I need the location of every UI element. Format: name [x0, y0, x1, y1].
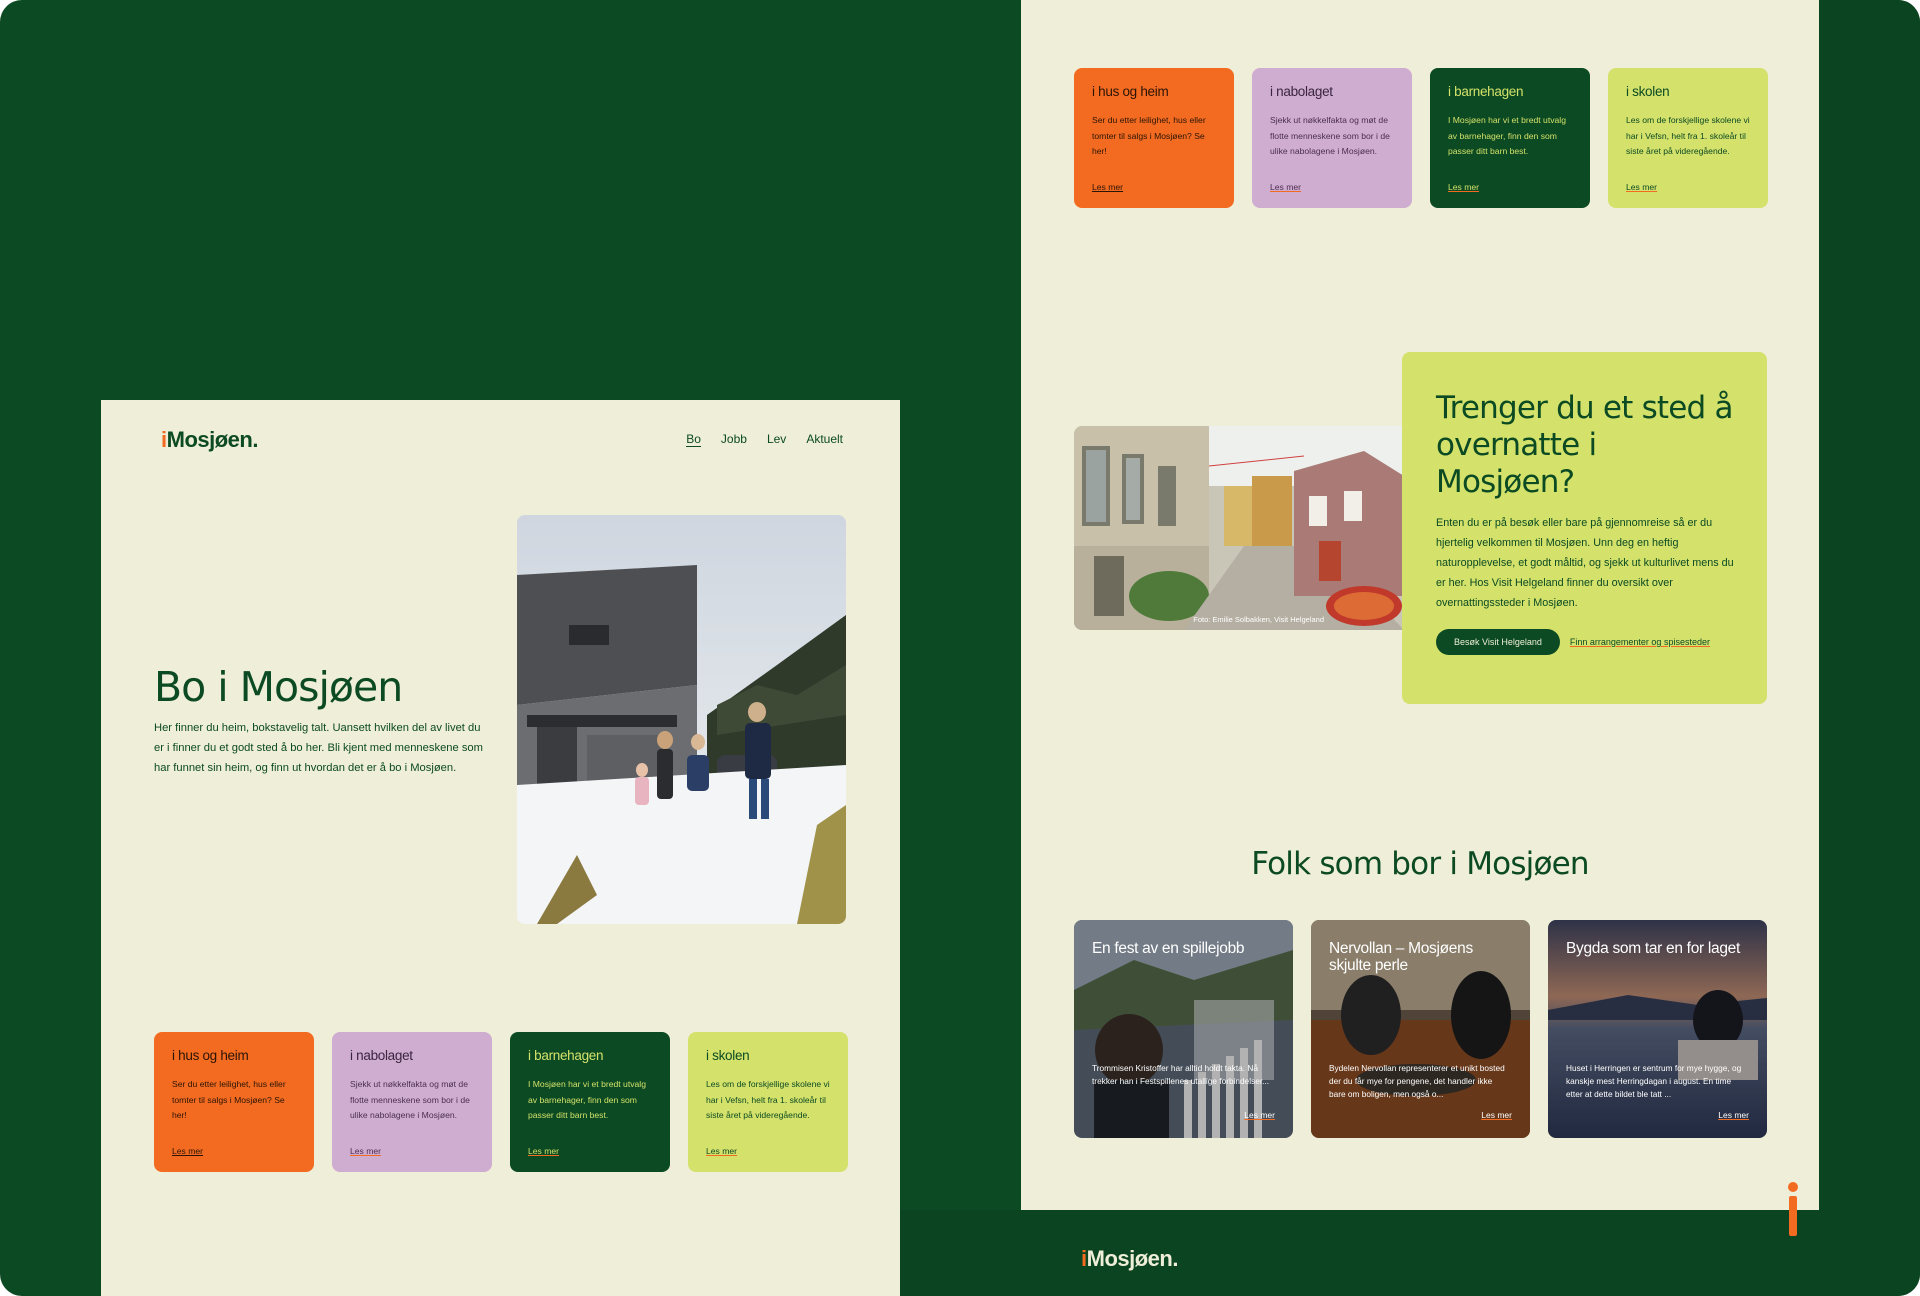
main-nav: Bo Jobb Lev Aktuelt	[686, 432, 843, 447]
events-link[interactable]: Finn arrangementer og spisesteder	[1570, 637, 1710, 647]
card-title: i skolen	[706, 1048, 750, 1063]
people-card-text: Huset i Herringen er sentrum for mye hyg…	[1566, 1063, 1742, 1099]
stay-box: Trenger du et sted å overnatte i Mosjøen…	[1402, 352, 1767, 704]
category-card-hus[interactable]: i hus og heim Ser du etter leilighet, hu…	[154, 1032, 314, 1172]
header-logo[interactable]: i Mosjøen .	[161, 427, 258, 453]
people-card-title: Bygda som tar en for laget	[1566, 940, 1740, 957]
card-title: i hus og heim	[172, 1048, 249, 1063]
people-card-text: Bydelen Nervollan representerer et unikt…	[1329, 1063, 1505, 1099]
read-more-link[interactable]: Les mer	[350, 1146, 381, 1156]
people-card-title: En fest av en spillejobb	[1092, 940, 1245, 957]
people-card[interactable]: Bygda som tar en for laget Huset i Herri…	[1548, 920, 1767, 1138]
card-text: I Mosjøen har vi et bredt utvalg av barn…	[528, 1079, 646, 1120]
right-strip	[1819, 0, 1920, 1296]
read-more-link[interactable]: Les mer	[1448, 182, 1479, 192]
card-text: I Mosjøen har vi et bredt utvalg av barn…	[1448, 115, 1566, 156]
hero-photo	[517, 515, 846, 924]
category-card-skolen[interactable]: i skolen Les om de forskjellige skolene …	[1608, 68, 1768, 208]
read-more-link[interactable]: Les mer	[528, 1146, 559, 1156]
page-preview-lower: i hus og heim Ser du etter leilighet, hu…	[1021, 0, 1819, 1210]
footer: i Mosjøen .	[900, 1210, 1819, 1296]
photo-caption: Foto: Emilie Solbakken, Visit Helgeland	[1193, 615, 1324, 624]
card-text: Les om de forskjellige skolene vi har i …	[706, 1079, 830, 1120]
read-more-link[interactable]: Les mer	[1718, 1110, 1749, 1120]
card-text: Sjekk ut nøkkelfakta og møt de flotte me…	[350, 1079, 470, 1120]
stay-title: Trenger du et sted å overnatte i Mosjøen…	[1436, 390, 1733, 500]
street-photo: Foto: Emilie Solbakken, Visit Helgeland	[1074, 426, 1404, 630]
card-title: i skolen	[1626, 84, 1670, 99]
logo-dot: .	[252, 427, 258, 452]
card-title: i nabolaget	[350, 1048, 413, 1063]
nav-item-bo[interactable]: Bo	[686, 432, 701, 447]
read-more-link[interactable]: Les mer	[1626, 182, 1657, 192]
category-card-skolen[interactable]: i skolen Les om de forskjellige skolene …	[688, 1032, 848, 1172]
card-text: Les om de forskjellige skolene vi har i …	[1626, 115, 1750, 156]
card-text: Ser du etter leilighet, hus eller tomter…	[1092, 115, 1206, 156]
stay-text: Enten du er på besøk eller bare på gjenn…	[1436, 517, 1734, 609]
nav-item-jobb[interactable]: Jobb	[721, 432, 747, 447]
category-cards-top: i hus og heim Ser du etter leilighet, hu…	[1074, 68, 1768, 208]
category-card-hus[interactable]: i hus og heim Ser du etter leilighet, hu…	[1074, 68, 1234, 208]
page-preview-top: i Mosjøen . Bo Jobb Lev Aktuelt Bo i Mos…	[101, 400, 900, 1296]
hero-text: Her finner du heim, bokstavelig talt. Ua…	[154, 722, 483, 774]
category-card-nabolaget[interactable]: i nabolaget Sjekk ut nøkkelfakta og møt …	[1252, 68, 1412, 208]
nav-item-lev[interactable]: Lev	[767, 432, 786, 447]
people-card[interactable]: En fest av en spillejobb Trommisen Krist…	[1074, 920, 1293, 1138]
logo-name: Mosjøen	[166, 427, 253, 452]
people-cards: En fest av en spillejobb Trommisen Krist…	[1074, 920, 1767, 1138]
folk-title: Folk som bor i Mosjøen	[1251, 846, 1589, 882]
visit-helgeland-button[interactable]: Besøk Visit Helgeland	[1436, 629, 1560, 655]
read-more-link[interactable]: Les mer	[1270, 182, 1301, 192]
people-card-title: Nervollan – Mosjøens skjulte perle	[1329, 940, 1473, 974]
read-more-link[interactable]: Les mer	[706, 1146, 737, 1156]
read-more-link[interactable]: Les mer	[1481, 1110, 1512, 1120]
people-card[interactable]: Nervollan – Mosjøens skjulte perle Bydel…	[1311, 920, 1530, 1138]
card-title: i barnehagen	[1448, 84, 1524, 99]
category-card-barnehagen[interactable]: i barnehagen I Mosjøen har vi et bredt u…	[1430, 68, 1590, 208]
card-title: i hus og heim	[1092, 84, 1169, 99]
read-more-link[interactable]: Les mer	[1244, 1110, 1275, 1120]
card-title: i nabolaget	[1270, 84, 1333, 99]
stay-actions: Besøk Visit Helgeland Finn arrangementer…	[1436, 629, 1733, 655]
people-card-text: Trommisen Kristoffer har alltid holdt ta…	[1092, 1063, 1270, 1086]
card-text: Sjekk ut nøkkelfakta og møt de flotte me…	[1270, 115, 1390, 156]
logo-name: Mosjøen	[1086, 1246, 1173, 1271]
logo-dot: .	[1172, 1246, 1178, 1271]
i-brand-icon	[1788, 1182, 1798, 1236]
category-cards: i hus og heim Ser du etter leilighet, hu…	[154, 1032, 848, 1172]
footer-logo[interactable]: i Mosjøen .	[1081, 1246, 1178, 1272]
read-more-link[interactable]: Les mer	[172, 1146, 203, 1156]
canvas: i hus og heim Ser du etter leilighet, hu…	[0, 0, 1920, 1296]
category-card-nabolaget[interactable]: i nabolaget Sjekk ut nøkkelfakta og møt …	[332, 1032, 492, 1172]
nav-item-aktuelt[interactable]: Aktuelt	[806, 432, 843, 447]
card-text: Ser du etter leilighet, hus eller tomter…	[172, 1079, 286, 1120]
card-title: i barnehagen	[528, 1048, 604, 1063]
read-more-link[interactable]: Les mer	[1092, 182, 1123, 192]
category-card-barnehagen[interactable]: i barnehagen I Mosjøen har vi et bredt u…	[510, 1032, 670, 1172]
page-title: Bo i Mosjøen	[154, 663, 403, 711]
